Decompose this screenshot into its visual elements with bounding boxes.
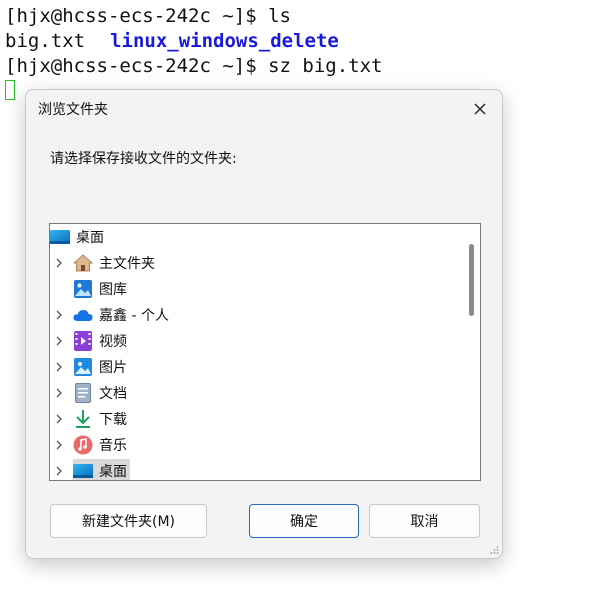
tree-item-music[interactable]: 音乐	[56, 433, 127, 457]
tree-item-gallery[interactable]: 图库	[73, 277, 127, 301]
tree-item-label: 嘉鑫 - 个人	[99, 308, 169, 324]
terminal-line-ls: [hjx@hcss-ecs-242c ~]$ ls	[5, 5, 291, 27]
videos-icon	[73, 331, 93, 351]
terminal-line-listing: big.txt linux_windows_delete	[5, 29, 339, 54]
directory-entry: linux_windows_delete	[110, 30, 339, 52]
chevron-right-icon[interactable]	[52, 464, 66, 478]
ok-button[interactable]: 确定	[249, 504, 359, 538]
tree-item-onedrive[interactable]: 嘉鑫 - 个人	[56, 303, 169, 327]
close-icon	[474, 103, 486, 115]
tree-item-label: 下载	[99, 412, 127, 428]
home-icon	[73, 253, 93, 273]
folder-tree[interactable]: 桌面 主文件夹 图库 嘉鑫 - 个人 视频 图片 文档 下载 音乐 桌面	[49, 223, 481, 481]
chevron-right-icon[interactable]	[52, 438, 66, 452]
close-button[interactable]	[467, 96, 493, 122]
terminal-cursor	[5, 80, 15, 100]
dialog-prompt: 请选择保存接收文件的文件夹:	[50, 151, 237, 167]
downloads-icon	[73, 409, 93, 429]
cancel-button[interactable]: 取消	[369, 504, 480, 538]
tree-item-label: 视频	[99, 334, 127, 350]
tree-item-label: 桌面	[76, 230, 104, 246]
chevron-right-icon[interactable]	[52, 308, 66, 322]
documents-icon	[73, 383, 93, 403]
tree-scrollbar[interactable]	[462, 224, 480, 480]
tree-item-documents[interactable]: 文档	[56, 381, 127, 405]
chevron-right-icon[interactable]	[52, 334, 66, 348]
chevron-right-icon[interactable]	[52, 386, 66, 400]
music-icon	[73, 435, 93, 455]
onedrive-cloud-icon	[73, 305, 93, 325]
tree-item-label: 图库	[99, 282, 127, 298]
desktop-icon	[73, 461, 93, 480]
tree-item-label: 音乐	[99, 438, 127, 454]
scroll-thumb[interactable]	[469, 244, 474, 316]
gallery-icon	[73, 279, 93, 299]
tree-item-label: 图片	[99, 360, 127, 376]
tree-item-home[interactable]: 主文件夹	[56, 251, 155, 275]
tree-item-label: 文档	[99, 386, 127, 402]
new-folder-button[interactable]: 新建文件夹(M)	[50, 504, 207, 538]
tree-item-pictures[interactable]: 图片	[56, 355, 127, 379]
dialog-title: 浏览文件夹	[38, 102, 108, 118]
tree-item-desktop-root[interactable]: 桌面	[50, 225, 104, 249]
chevron-right-icon[interactable]	[52, 412, 66, 426]
browse-folder-dialog: 浏览文件夹 请选择保存接收文件的文件夹: 桌面 主文件夹 图库 嘉鑫 - 个人 …	[25, 89, 503, 559]
terminal-line-sz: [hjx@hcss-ecs-242c ~]$ sz big.txt	[5, 55, 383, 77]
tree-item-videos[interactable]: 视频	[56, 329, 127, 353]
resize-grip-icon[interactable]	[489, 545, 499, 555]
tree-item-downloads[interactable]: 下载	[56, 407, 127, 431]
file-entry: big.txt	[5, 30, 86, 52]
tree-item-desktop[interactable]: 桌面	[52, 459, 130, 480]
pictures-icon	[73, 357, 93, 377]
desktop-icon	[50, 227, 70, 247]
chevron-right-icon[interactable]	[52, 360, 66, 374]
tree-item-label: 桌面	[99, 461, 127, 480]
chevron-right-icon[interactable]	[52, 256, 66, 270]
tree-item-label: 主文件夹	[99, 256, 155, 272]
